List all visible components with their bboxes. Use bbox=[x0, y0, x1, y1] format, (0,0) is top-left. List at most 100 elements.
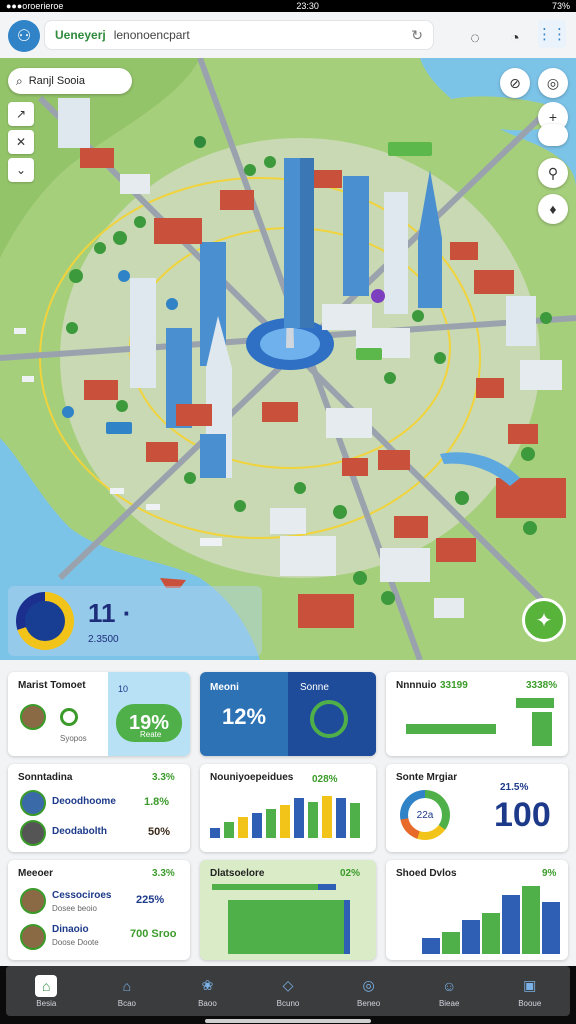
nav-buildings[interactable]: ⌂ Bcao bbox=[87, 966, 168, 1016]
fullscreen-tool-icon[interactable]: ✕ bbox=[8, 130, 34, 154]
nav-box[interactable]: ▣ Booue bbox=[489, 966, 570, 1016]
nav-label: Bcuno bbox=[276, 998, 300, 1008]
target-icon: ◎ bbox=[362, 977, 375, 993]
card-bar-chart[interactable]: Nouniyoepeidues 028% bbox=[200, 764, 376, 852]
nav-label: Beneo bbox=[357, 998, 381, 1008]
bar bbox=[462, 920, 480, 954]
refresh-icon[interactable]: ↻ bbox=[411, 27, 423, 44]
bar bbox=[336, 798, 346, 838]
building-icon: ⌂ bbox=[122, 977, 132, 994]
mini-ring bbox=[60, 708, 78, 726]
row-value: 1.8% bbox=[144, 796, 170, 808]
brand-name: Ueneyerj bbox=[55, 28, 106, 42]
bottom-nav: ⌂ Besia ⌂ Bcao ❀ Baoo ◇ Bcuno ◎ Beneo ☺ … bbox=[6, 966, 570, 1016]
location-tool-icon[interactable]: ↗ bbox=[8, 102, 34, 126]
app-header: ⚇ Ueneyerj lenonoencpart ↻ ◌ ◔ ⋮⋮ bbox=[0, 12, 576, 58]
bar bbox=[322, 796, 332, 838]
nav-user[interactable]: ☺ Bieae bbox=[409, 966, 490, 1016]
nav-label: Bieae bbox=[438, 998, 460, 1008]
card-title: Dlatsoelore bbox=[210, 868, 265, 879]
card-value-2: 3338% bbox=[526, 680, 558, 691]
card-value: 9% bbox=[542, 868, 557, 879]
card-area[interactable]: Shoed Dvlos 9% bbox=[386, 860, 568, 960]
card-title: Nouniyoepeidues bbox=[210, 772, 294, 783]
card-value: 3.3% bbox=[152, 772, 175, 783]
map-search-field[interactable]: ⌕ Ranjl Sooia bbox=[8, 68, 132, 94]
row-sub: Dosee beoio bbox=[52, 904, 97, 913]
card-sonntadina[interactable]: Sonntadina 3.3% Deoodhoome 1.8% Deodabol… bbox=[8, 764, 190, 852]
row-label: Dinaoio bbox=[52, 924, 89, 935]
compass-icon[interactable]: ◎ bbox=[538, 68, 568, 98]
status-bar: ●●●oroerieroe 23:30 73% bbox=[0, 0, 576, 12]
chat-icon[interactable]: ◌ bbox=[462, 26, 488, 52]
bar bbox=[294, 798, 304, 838]
card-value: 21.5% bbox=[500, 782, 529, 793]
clock: 23:30 bbox=[296, 1, 319, 11]
card-blue[interactable]: Meoni 12% Sonne bbox=[200, 672, 376, 756]
bar-chart bbox=[210, 792, 366, 838]
bar bbox=[308, 802, 318, 838]
dashboard: Marist Tomoet Syopos 10 19% Reate Meoni … bbox=[0, 660, 576, 966]
card-donut[interactable]: Sonte Mrgiar 21.5% 22a 100 bbox=[386, 764, 568, 852]
card-ring bbox=[310, 700, 348, 738]
nav-label: Baoo bbox=[198, 998, 217, 1008]
message-icon[interactable]: ◔ bbox=[502, 26, 528, 52]
bar bbox=[502, 895, 520, 954]
collapse-tool-icon[interactable]: ⌄ bbox=[8, 158, 34, 182]
bar bbox=[482, 913, 500, 954]
fill-bar-cap bbox=[318, 884, 336, 890]
zoom-out-icon[interactable] bbox=[538, 124, 568, 146]
bar bbox=[238, 817, 248, 838]
bar bbox=[280, 805, 290, 838]
card-meeoer[interactable]: Meeoer 3.3% Cessociroes Dosee beoio 225%… bbox=[8, 860, 190, 960]
battery-text: 73% bbox=[551, 1, 570, 11]
nav-eco[interactable]: ❀ Baoo bbox=[167, 966, 248, 1016]
card-sub: Syopos bbox=[60, 734, 87, 743]
row-value: 700 Sroo bbox=[130, 928, 177, 940]
home-icon: ⌂ bbox=[35, 974, 58, 997]
app-logo-icon[interactable]: ⚇ bbox=[8, 20, 40, 52]
city-map[interactable]: ⌕ Ranjl Sooia ↗ ✕ ⌄ ⊘ ◎ + ⚲ ♦ 11 · 2.350… bbox=[0, 58, 576, 660]
card-market[interactable]: Marist Tomoet Syopos 10 19% Reate bbox=[8, 672, 190, 756]
row-sub: Doose Doote bbox=[52, 938, 99, 947]
bar bbox=[210, 828, 220, 838]
eco-compass-icon[interactable]: ✦ bbox=[522, 598, 566, 642]
search-bar[interactable]: Ueneyerj lenonoencpart ↻ bbox=[44, 20, 434, 50]
pin-icon[interactable]: ⚲ bbox=[538, 158, 568, 188]
search-placeholder: lenonoencpart bbox=[113, 28, 190, 42]
card-title: Shoed Dvlos bbox=[396, 868, 457, 879]
grid-menu-icon[interactable]: ⋮⋮ bbox=[537, 20, 567, 48]
avatar bbox=[20, 820, 46, 846]
fire-icon[interactable]: ♦ bbox=[538, 194, 568, 224]
card-title: Nnnnuio bbox=[396, 680, 437, 691]
card-left-title: Meoni bbox=[210, 682, 239, 693]
stat-sub: 2.3500 bbox=[88, 634, 119, 645]
card-fill[interactable]: Dlatsoelore 02% bbox=[200, 860, 376, 960]
row-value: 225% bbox=[136, 894, 165, 906]
fill-edge bbox=[344, 900, 350, 954]
fill-bar-top bbox=[212, 884, 330, 890]
bar bbox=[422, 938, 440, 954]
nav-label: Besia bbox=[36, 998, 57, 1008]
nav-label: Bcao bbox=[117, 998, 136, 1008]
avatar bbox=[20, 924, 46, 950]
stat-ring bbox=[16, 592, 74, 650]
map-canvas bbox=[0, 58, 576, 660]
map-search-label: Ranjl Sooia bbox=[28, 75, 85, 87]
nav-cube[interactable]: ◇ Bcuno bbox=[248, 966, 329, 1016]
card-bars-h[interactable]: Nnnnuio 33199 3338% bbox=[386, 672, 568, 756]
box-icon: ▣ bbox=[523, 977, 537, 993]
card-title: Meeoer bbox=[18, 868, 54, 879]
leaf-icon: ❀ bbox=[201, 977, 214, 993]
card-value: 33199 bbox=[440, 680, 468, 691]
layers-icon[interactable]: ⊘ bbox=[500, 68, 530, 98]
nav-home[interactable]: ⌂ Besia bbox=[6, 966, 87, 1016]
card-big-number: 100 bbox=[494, 796, 551, 834]
hbar-1 bbox=[406, 724, 496, 734]
row-label: Deoodhoome bbox=[52, 796, 116, 807]
nav-target[interactable]: ◎ Beneo bbox=[328, 966, 409, 1016]
home-indicator[interactable] bbox=[205, 1019, 371, 1023]
carrier-text: ●●●oroerieroe bbox=[6, 1, 64, 11]
route-icon: ⌕ bbox=[16, 73, 23, 88]
avatar bbox=[20, 704, 46, 730]
